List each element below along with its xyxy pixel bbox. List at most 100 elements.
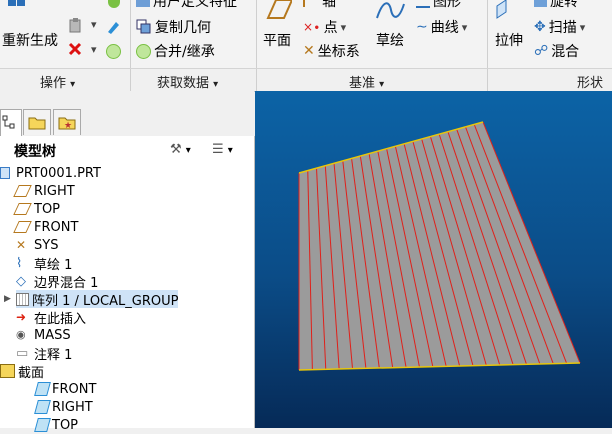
tree-item[interactable]: ✕ SYS bbox=[16, 236, 58, 254]
paste-icon bbox=[69, 18, 81, 33]
tree-settings-button[interactable]: ⚒ ▾ bbox=[170, 142, 204, 158]
tree-item[interactable]: ◇ 边界混合 1 bbox=[16, 272, 99, 291]
tree-item-label: 注释 1 bbox=[34, 347, 73, 363]
delete-button[interactable] bbox=[68, 42, 90, 60]
tree-item[interactable]: PRT0001.PRT bbox=[0, 164, 101, 182]
revolve-icon bbox=[534, 0, 547, 7]
tree-item-label: TOP bbox=[52, 417, 79, 433]
tree-item-label: 边界混合 1 bbox=[34, 275, 99, 291]
regenerate-button[interactable]: 重新生成 bbox=[2, 0, 62, 58]
dropdown-arrow[interactable]: ▾ bbox=[91, 43, 97, 56]
tree-item-label: RIGHT bbox=[52, 399, 93, 415]
tree-item[interactable]: ⌇ 草绘 1 bbox=[16, 254, 72, 273]
copy-geometry-button[interactable]: 复制几何 bbox=[136, 17, 211, 37]
favorites-folder-icon: ★ bbox=[58, 117, 76, 131]
group-get-data-dropdown-icon: ▾ bbox=[213, 79, 219, 90]
tree-display-button[interactable]: ☰ ▾ bbox=[212, 142, 246, 158]
curve-icon: ∼ bbox=[416, 19, 428, 35]
expand-arrow-icon[interactable]: ▶ bbox=[4, 294, 11, 304]
datum-plane-icon bbox=[13, 203, 32, 215]
tree-item-label: MASS bbox=[34, 327, 71, 343]
hammer-icon: ⚒ bbox=[170, 142, 182, 157]
tree-item[interactable]: ▼截面 bbox=[0, 362, 45, 381]
plane-label: 平面 bbox=[263, 33, 291, 49]
tree-item[interactable]: RIGHT bbox=[13, 182, 75, 200]
extrude-button[interactable]: 拉伸 bbox=[494, 0, 526, 58]
group-shapes-label: 形状 bbox=[577, 76, 604, 91]
tree-item[interactable]: TOP bbox=[13, 200, 61, 218]
graph-button[interactable]: 图形 bbox=[416, 0, 461, 11]
plane-button[interactable]: 平面 bbox=[262, 0, 294, 58]
sketch-label: 草绘 bbox=[376, 33, 404, 49]
tree-item[interactable]: RIGHT bbox=[34, 398, 93, 416]
tree-item[interactable]: ◉ MASS bbox=[16, 326, 71, 344]
regenerate-icon bbox=[8, 0, 25, 6]
tab-favorites[interactable]: ★ bbox=[53, 109, 81, 135]
tree-item[interactable]: TOP bbox=[34, 416, 79, 434]
copy-geometry-label: 复制几何 bbox=[155, 20, 211, 36]
coordinate-system-label: 坐标系 bbox=[317, 44, 360, 60]
delete-icon bbox=[68, 42, 82, 56]
curve-dropdown-icon[interactable]: ▾ bbox=[462, 21, 468, 34]
sketch-icon: ⌇ bbox=[16, 256, 23, 271]
green-dot-icon[interactable] bbox=[108, 0, 120, 8]
mass-icon: ◉ bbox=[16, 328, 26, 341]
graph-icon bbox=[416, 0, 430, 8]
pattern-icon bbox=[16, 292, 29, 306]
user-defined-feature-button[interactable]: 用户定义特征 bbox=[136, 0, 237, 11]
group-shapes[interactable]: 形状 bbox=[577, 72, 603, 91]
sweep-dropdown-icon[interactable]: ▾ bbox=[580, 21, 586, 34]
tree-item[interactable]: FRONT bbox=[13, 218, 78, 236]
curve-button[interactable]: ∼ 曲线 ▾ bbox=[416, 17, 467, 37]
tree-item[interactable]: ➜ 在此插入 bbox=[16, 308, 87, 327]
group-datum-dropdown-icon: ▾ bbox=[379, 79, 385, 90]
regenerate-label: 重新生成 bbox=[2, 33, 58, 49]
point-dropdown-icon[interactable]: ▾ bbox=[341, 21, 347, 34]
user-defined-feature-label: 用户定义特征 bbox=[153, 0, 237, 10]
merge-inherit-label: 合并/继承 bbox=[154, 44, 215, 60]
revolve-label: 旋转 bbox=[550, 0, 578, 10]
coordinate-system-button[interactable]: ✕ 坐标系 bbox=[303, 41, 360, 61]
point-button[interactable]: ×∙ 点 ▾ bbox=[303, 17, 346, 37]
tree-item-label: TOP bbox=[34, 201, 61, 217]
sketch-button[interactable]: 草绘 bbox=[375, 0, 407, 58]
group-datum[interactable]: 基准 ▾ bbox=[349, 72, 384, 91]
tree-item-label: SYS bbox=[34, 237, 59, 253]
tree-item[interactable]: ▶ 阵列 1 / LOCAL_GROUP bbox=[4, 290, 179, 309]
tree-settings-dropdown-icon: ▾ bbox=[185, 145, 191, 156]
sweep-button[interactable]: ✥ 扫描 ▾ bbox=[534, 17, 585, 37]
datum-plane-icon bbox=[13, 185, 32, 197]
tree-item-label: 截面 bbox=[18, 365, 45, 381]
tab-folder-browser[interactable] bbox=[23, 109, 51, 135]
tree-item[interactable]: ▭ 注释 1 bbox=[16, 344, 73, 363]
paste-button[interactable] bbox=[68, 18, 90, 36]
group-get-data[interactable]: 获取数据 ▾ bbox=[157, 72, 218, 91]
tree-item-label: 在此插入 bbox=[34, 311, 87, 327]
dropdown-arrow[interactable]: ▾ bbox=[91, 18, 97, 31]
navigator-tabs: ★ bbox=[0, 91, 254, 137]
section-plane-icon bbox=[34, 382, 51, 396]
part-icon bbox=[0, 167, 10, 179]
tab-model-tree[interactable] bbox=[0, 109, 22, 137]
green-dot-icon[interactable] bbox=[106, 44, 121, 59]
extrude-label: 拉伸 bbox=[495, 33, 523, 49]
section-folder-icon bbox=[0, 364, 15, 378]
user-defined-feature-icon bbox=[136, 0, 150, 7]
tree-item-label: 阵列 1 / LOCAL_GROUP bbox=[32, 293, 179, 309]
group-operations[interactable]: 操作 ▾ bbox=[40, 72, 75, 91]
tree-item[interactable]: FRONT bbox=[34, 380, 96, 398]
graphics-viewport[interactable] bbox=[255, 91, 612, 428]
blend-button[interactable]: ☍ 混合 bbox=[534, 41, 579, 61]
blend-icon: ☍ bbox=[534, 43, 549, 59]
list-icon: ☰ bbox=[212, 142, 224, 157]
merge-inherit-button[interactable]: 合并/继承 bbox=[136, 41, 215, 61]
extrude-icon bbox=[496, 0, 507, 19]
group-datum-label: 基准 bbox=[349, 76, 376, 91]
insert-here-arrow-icon: ➜ bbox=[16, 310, 27, 324]
surface-model[interactable] bbox=[255, 91, 612, 428]
edit-paint-icon[interactable] bbox=[106, 20, 120, 34]
blend-label: 混合 bbox=[551, 44, 580, 60]
revolve-button[interactable]: 旋转 bbox=[534, 0, 578, 11]
folder-icon bbox=[28, 117, 46, 130]
axis-button[interactable]: 轴 bbox=[303, 0, 336, 11]
